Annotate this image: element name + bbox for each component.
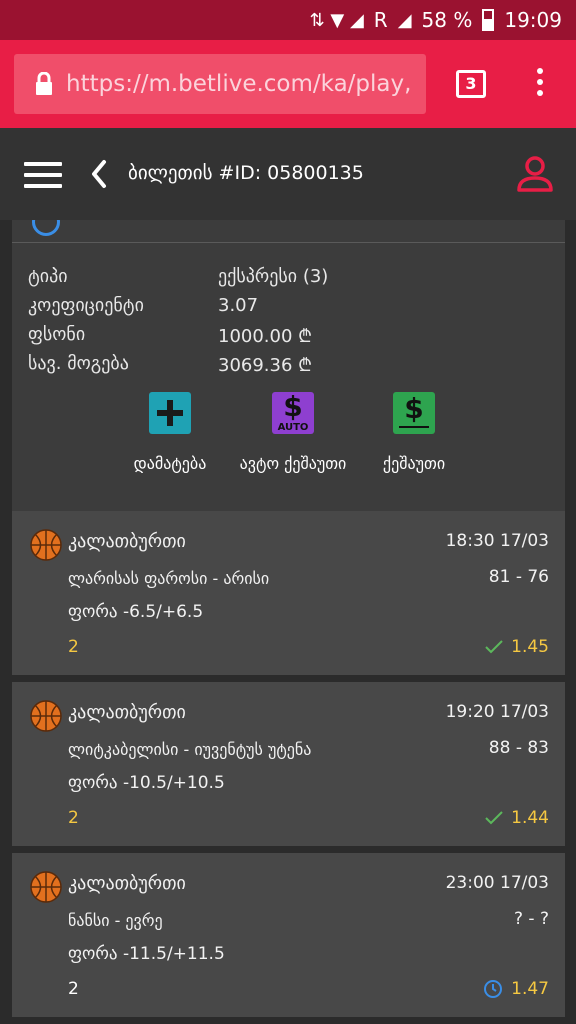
cashout-button[interactable]: $ ქეშაუთი (366, 392, 462, 473)
bet-card: კალათბურთი 23:00 17/03 ნანსი - ევრე ? - … (12, 853, 565, 1017)
basketball-icon (30, 871, 62, 903)
market-name: ფორა -6.5/+6.5 (68, 602, 204, 622)
sport-name: კალათბურთი (68, 531, 186, 552)
signal-icons: ⇅ ▼ ◢ (309, 9, 364, 31)
event-score: ? - ? (514, 909, 549, 929)
page-title: ბილეთის #ID: 05800135 (128, 162, 364, 184)
dollar-icon: $ (393, 392, 435, 434)
battery-icon (482, 9, 495, 31)
stake-value: 1000.00 ₾ (218, 326, 313, 347)
partial-info-icon (32, 220, 60, 236)
bet-odds: 1.47 (483, 979, 549, 999)
checkmark-icon (485, 811, 503, 825)
possible-win-value: 3069.36 ₾ (218, 355, 313, 376)
hamburger-menu-icon[interactable] (24, 162, 62, 188)
market-name: ფორა -10.5/+10.5 (68, 773, 225, 793)
app-header: ბილეთის #ID: 05800135 (0, 128, 576, 220)
add-label: დამატება (133, 454, 207, 473)
bet-card: კალათბურთი 19:20 17/03 ლიტკაბელისი - იუვ… (12, 682, 565, 846)
checkmark-icon (485, 640, 503, 654)
event-teams: ნანსი - ევრე (68, 911, 163, 930)
event-datetime: 18:30 17/03 (445, 531, 549, 551)
lock-icon (36, 72, 52, 95)
browser-toolbar: https://m.betlive.com/ka/play, 3 (0, 40, 576, 128)
network-label: R (373, 8, 388, 32)
auto-cashout-button[interactable]: $ AUTO ავტო ქეშაუთი (230, 390, 356, 473)
user-profile-icon[interactable] (516, 156, 554, 192)
event-score: 88 - 83 (488, 738, 549, 758)
odds-value: 1.47 (511, 979, 549, 999)
type-label: ტიპი (28, 266, 68, 287)
event-score: 81 - 76 (488, 567, 549, 587)
auto-cashout-label: ავტო ქეშაუთი (239, 454, 347, 473)
ticket-content[interactable]: ტიპი ექსპრესი (3) კოეფიციენტი 3.07 ფსონი… (0, 220, 576, 1024)
sport-name: კალათბურთი (68, 873, 186, 894)
add-button[interactable]: დამატება (120, 392, 220, 473)
event-datetime: 23:00 17/03 (445, 873, 549, 893)
event-teams: ლარისას ფაროსი - არისი (68, 569, 270, 588)
url-text: https://m.betlive.com/ka/play, (66, 71, 412, 97)
sport-name: კალათბურთი (68, 702, 186, 723)
odds-label: კოეფიციენტი (28, 295, 144, 316)
pick-value: 2 (68, 808, 79, 828)
ticket-summary: ტიპი ექსპრესი (3) კოეფიციენტი 3.07 ფსონი… (12, 220, 565, 512)
pick-value: 2 (68, 637, 79, 657)
back-arrow-icon[interactable] (88, 158, 110, 190)
event-teams: ლიტკაბელისი - იუვენტუს უტენა (68, 740, 312, 759)
basketball-icon (30, 700, 62, 732)
pick-value: 2 (68, 979, 79, 999)
basketball-icon (30, 529, 62, 561)
cell-icon: ◢ (397, 9, 412, 31)
divider (12, 242, 565, 243)
tab-switcher-button[interactable]: 3 (456, 70, 486, 98)
odds-value: 3.07 (218, 295, 259, 316)
possible-win-label: სავ. მოგება (28, 353, 129, 374)
bet-card: კალათბურთი 18:30 17/03 ლარისას ფაროსი - … (12, 511, 565, 675)
clock-icon (484, 980, 503, 998)
odds-value: 1.44 (511, 808, 549, 828)
bet-odds: 1.44 (485, 808, 549, 828)
status-bar: ⇅ ▼ ◢ R ◢ 58 % 19:09 (0, 0, 576, 40)
battery-text: 58 % (421, 8, 473, 32)
url-field[interactable]: https://m.betlive.com/ka/play, (14, 54, 426, 114)
cashout-label: ქეშაუთი (382, 454, 446, 473)
stake-label: ფსონი (28, 324, 86, 345)
odds-value: 1.45 (511, 637, 549, 657)
plus-icon (149, 392, 191, 434)
event-datetime: 19:20 17/03 (445, 702, 549, 722)
clock: 19:09 (504, 8, 562, 32)
bet-odds: 1.45 (485, 637, 549, 657)
market-name: ფორა -11.5/+11.5 (68, 944, 225, 964)
browser-menu-icon[interactable] (530, 68, 550, 100)
dollar-auto-icon: $ AUTO (272, 390, 314, 434)
type-value: ექსპრესი (3) (218, 266, 329, 287)
